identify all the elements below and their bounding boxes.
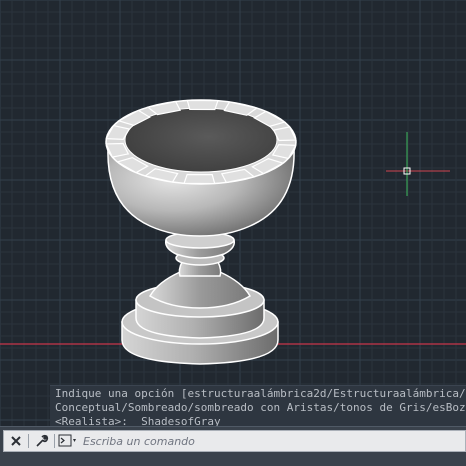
rim-block — [186, 99, 219, 111]
history-line: <Realista>: _ShadesofGray — [55, 415, 221, 426]
history-line: Conceptual/Sombreado/sombreado con Arist… — [55, 401, 466, 414]
command-line — [0, 426, 466, 466]
command-line-bar — [3, 430, 466, 452]
command-prompt-icon[interactable] — [57, 431, 79, 451]
close-icon[interactable] — [6, 431, 26, 451]
command-history: Indique una opción [estructuraalámbrica2… — [50, 385, 466, 426]
goblet-bowl — [105, 99, 297, 237]
command-input[interactable] — [83, 431, 463, 451]
divider — [54, 434, 55, 448]
goblet-base — [121, 271, 279, 365]
crosshair-cursor — [386, 132, 450, 196]
wrench-icon[interactable] — [32, 431, 52, 451]
goblet-stem — [164, 231, 236, 277]
divider — [28, 434, 29, 448]
history-line: Indique una opción [estructuraalámbrica2… — [55, 387, 466, 400]
rim-block — [183, 173, 216, 185]
